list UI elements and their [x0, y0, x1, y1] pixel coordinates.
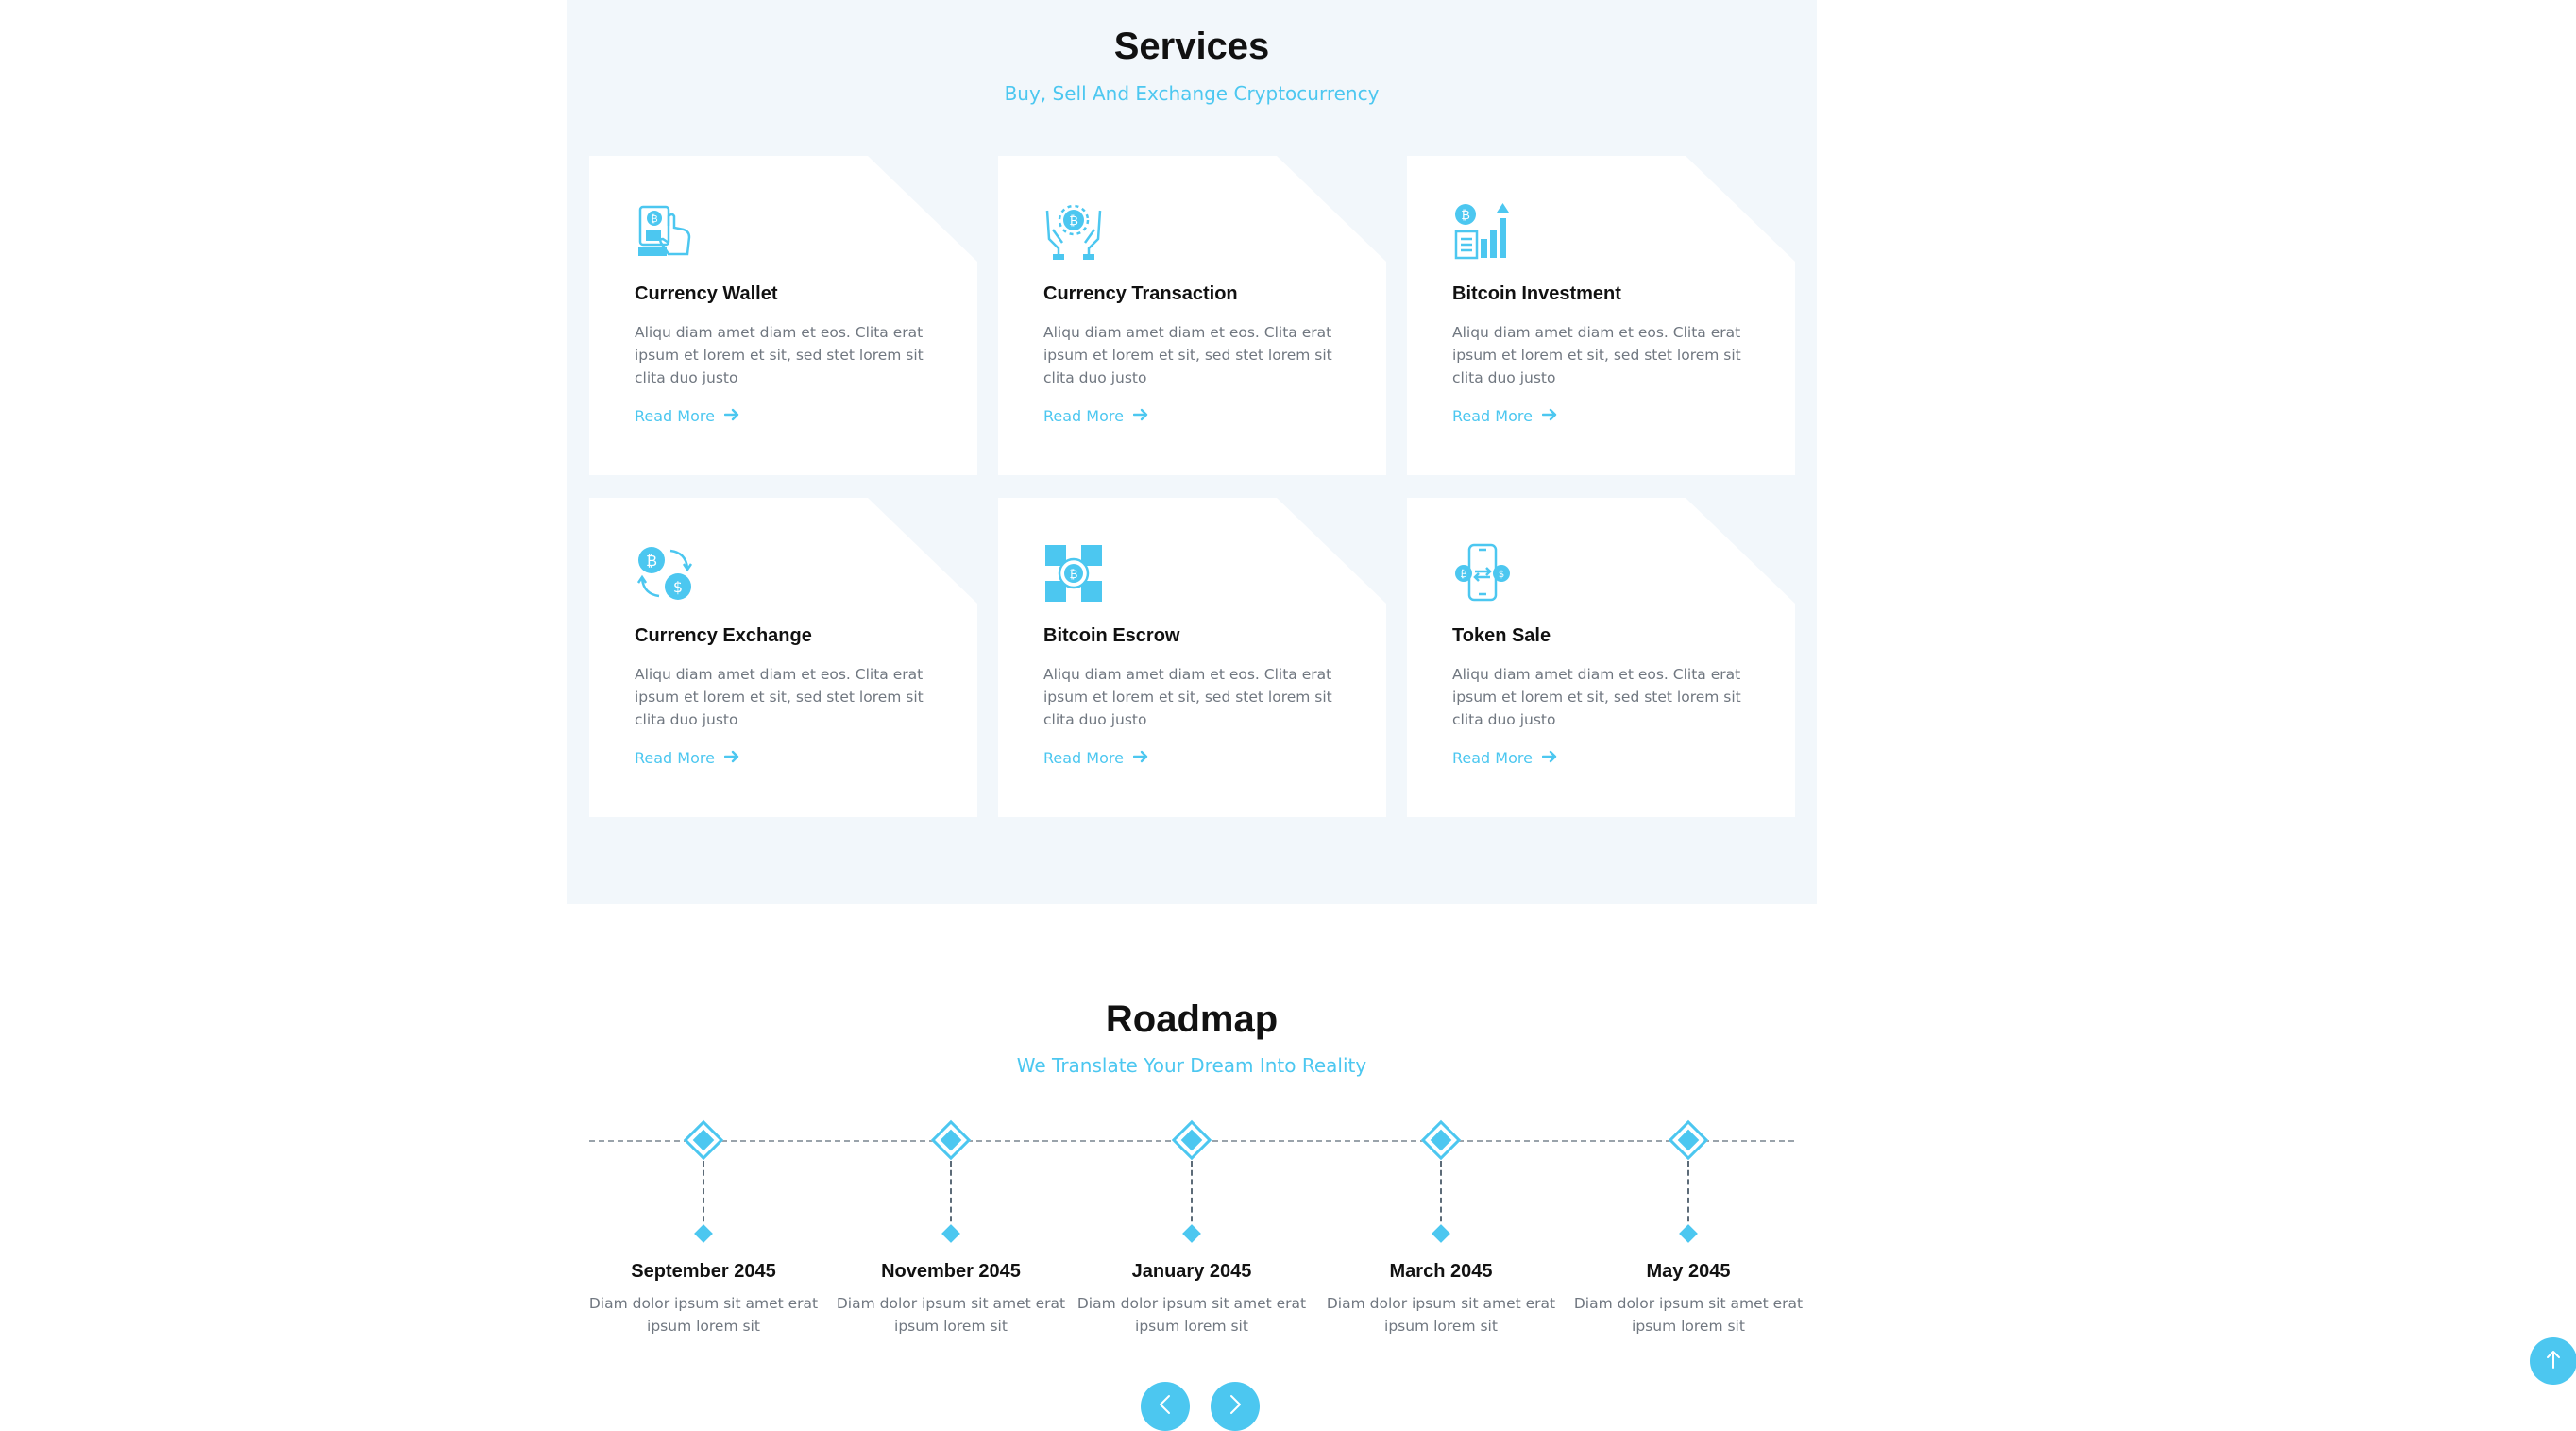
- diamond-dot-icon: [1182, 1224, 1201, 1243]
- svg-text:₿: ₿: [1070, 568, 1078, 581]
- chevron-left-icon: [1158, 1394, 1173, 1420]
- read-more-label: Read More: [635, 407, 715, 425]
- arrow-up-icon: [2545, 1349, 2562, 1374]
- service-card-token-sale: ₿ $ Token Sale Aliqu diam amet diam et e…: [1407, 498, 1795, 817]
- diamond-marker-icon: [1668, 1119, 1709, 1161]
- carousel-next-button[interactable]: [1211, 1382, 1260, 1431]
- card-description: Aliqu diam amet diam et eos. Clita erat …: [635, 666, 924, 728]
- roadmap-milestone: January 2045 Diam dolor ipsum sit amet e…: [1069, 1119, 1314, 1374]
- growth-chart-icon: ₿: [1452, 201, 1513, 262]
- diamond-dot-icon: [694, 1224, 713, 1243]
- card-title: Bitcoin Investment: [1452, 283, 1621, 304]
- hands-coin-icon: ₿: [1043, 201, 1104, 262]
- services-title: Services: [1113, 26, 1270, 67]
- arrow-right-icon: [1132, 749, 1148, 767]
- arrow-right-icon: [723, 749, 739, 767]
- svg-text:₿: ₿: [1460, 569, 1466, 580]
- arrow-right-icon: [723, 407, 739, 425]
- read-more-link[interactable]: Read More: [1043, 749, 1148, 767]
- diamond-marker-icon: [683, 1119, 724, 1161]
- read-more-link[interactable]: Read More: [635, 749, 739, 767]
- svg-text:₿: ₿: [1461, 209, 1470, 223]
- milestone-date: March 2045: [1389, 1261, 1493, 1282]
- service-card-bitcoin-investment: ₿ Bitcoin Investment Aliqu diam amet dia…: [1407, 156, 1795, 475]
- diamond-dot-icon: [1679, 1224, 1698, 1243]
- roadmap-subtitle: We Translate Your Dream Into Reality: [1016, 1054, 1367, 1077]
- roadmap-milestone: March 2045 Diam dolor ipsum sit amet era…: [1318, 1119, 1564, 1374]
- card-title: Currency Wallet: [635, 283, 778, 304]
- connector-line: [1687, 1161, 1689, 1231]
- milestone-description: Diam dolor ipsum sit amet erat ipsum lor…: [1076, 1295, 1307, 1335]
- card-description: Aliqu diam amet diam et eos. Clita erat …: [1452, 666, 1741, 728]
- mobile-token-icon: ₿ $: [1452, 543, 1513, 604]
- svg-text:₿: ₿: [651, 213, 657, 225]
- roadmap-title: Roadmap: [1105, 998, 1279, 1040]
- milestone-description: Diam dolor ipsum sit amet erat ipsum lor…: [1326, 1295, 1556, 1335]
- services-section: Services Buy, Sell And Exchange Cryptocu…: [567, 0, 1817, 904]
- arrow-right-icon: [1132, 407, 1148, 425]
- svg-text:$: $: [1499, 570, 1504, 580]
- card-title: Currency Exchange: [635, 625, 812, 646]
- roadmap-milestone: September 2045 Diam dolor ipsum sit amet…: [581, 1119, 826, 1374]
- connector-line: [1191, 1161, 1193, 1231]
- milestone-description: Diam dolor ipsum sit amet erat ipsum lor…: [588, 1295, 819, 1335]
- milestone-date: May 2045: [1646, 1261, 1731, 1282]
- connector-line: [1440, 1161, 1442, 1231]
- service-card-currency-transaction: ₿ Currency Transaction Aliqu diam amet d…: [998, 156, 1386, 475]
- connector-line: [950, 1161, 952, 1231]
- diamond-marker-icon: [930, 1119, 972, 1161]
- milestone-date: November 2045: [881, 1261, 1021, 1282]
- read-more-link[interactable]: Read More: [1043, 407, 1148, 425]
- milestone-description: Diam dolor ipsum sit amet erat ipsum lor…: [1573, 1295, 1804, 1335]
- card-title: Bitcoin Escrow: [1043, 625, 1180, 646]
- read-more-label: Read More: [1043, 407, 1124, 425]
- read-more-link[interactable]: Read More: [1452, 407, 1557, 425]
- read-more-label: Read More: [1452, 407, 1533, 425]
- card-description: Aliqu diam amet diam et eos. Clita erat …: [635, 324, 924, 386]
- wallet-hand-icon: ₿: [635, 201, 695, 262]
- service-card-currency-wallet: ₿ Currency Wallet Aliqu diam amet diam e…: [589, 156, 977, 475]
- milestone-date: September 2045: [631, 1261, 776, 1282]
- card-title: Currency Transaction: [1043, 283, 1238, 304]
- service-card-bitcoin-escrow: ₿ Bitcoin Escrow Aliqu diam amet diam et…: [998, 498, 1386, 817]
- svg-text:₿: ₿: [1069, 214, 1078, 229]
- arrow-right-icon: [1541, 407, 1557, 425]
- card-description: Aliqu diam amet diam et eos. Clita erat …: [1452, 324, 1741, 386]
- read-more-link[interactable]: Read More: [635, 407, 739, 425]
- roadmap-milestone: May 2045 Diam dolor ipsum sit amet erat …: [1566, 1119, 1811, 1374]
- connector-line: [703, 1161, 704, 1231]
- diamond-dot-icon: [941, 1224, 960, 1243]
- svg-text:$: $: [673, 578, 683, 596]
- read-more-label: Read More: [635, 749, 715, 767]
- card-title: Token Sale: [1452, 625, 1551, 646]
- service-card-currency-exchange: ₿ $ Currency Exchange Aliqu diam amet di…: [589, 498, 977, 817]
- card-description: Aliqu diam amet diam et eos. Clita erat …: [1043, 666, 1332, 728]
- chevron-right-icon: [1228, 1394, 1243, 1420]
- read-more-link[interactable]: Read More: [1452, 749, 1557, 767]
- read-more-label: Read More: [1043, 749, 1124, 767]
- diamond-dot-icon: [1432, 1224, 1450, 1243]
- svg-text:₿: ₿: [646, 552, 657, 570]
- roadmap-milestone: November 2045 Diam dolor ipsum sit amet …: [828, 1119, 1074, 1374]
- diamond-marker-icon: [1420, 1119, 1462, 1161]
- diamond-marker-icon: [1171, 1119, 1212, 1161]
- carousel-prev-button[interactable]: [1141, 1382, 1190, 1431]
- read-more-label: Read More: [1452, 749, 1533, 767]
- services-subtitle: Buy, Sell And Exchange Cryptocurrency: [1004, 82, 1380, 105]
- card-description: Aliqu diam amet diam et eos. Clita erat …: [1043, 324, 1332, 386]
- arrow-right-icon: [1541, 749, 1557, 767]
- milestone-date: January 2045: [1131, 1261, 1252, 1282]
- roadmap-section: Roadmap We Translate Your Dream Into Rea…: [567, 973, 1817, 1422]
- milestone-description: Diam dolor ipsum sit amet erat ipsum lor…: [836, 1295, 1066, 1335]
- exchange-icon: ₿ $: [635, 543, 695, 604]
- escrow-icon: ₿: [1043, 543, 1104, 604]
- back-to-top-button[interactable]: [2530, 1337, 2576, 1385]
